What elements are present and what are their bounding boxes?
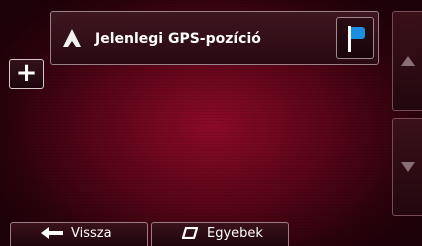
scroll-up-icon — [401, 56, 415, 66]
destination-flag-button[interactable] — [336, 17, 374, 59]
back-label: Vissza — [71, 226, 112, 241]
flag-cloth — [351, 27, 365, 39]
more-label: Egyebek — [207, 226, 263, 241]
scroll-down-icon — [401, 162, 415, 172]
back-button[interactable]: Vissza — [10, 222, 148, 246]
navigation-arrow-icon — [63, 29, 81, 47]
current-gps-position-row[interactable]: Jelenlegi GPS-pozíció — [50, 11, 379, 65]
scroll-up-button[interactable] — [392, 11, 422, 111]
back-arrow-icon — [41, 227, 63, 239]
add-route-point-button[interactable]: + — [9, 59, 44, 89]
more-options-icon — [182, 227, 198, 239]
more-button[interactable]: Egyebek — [151, 222, 289, 246]
scroll-down-button[interactable] — [392, 118, 422, 216]
current-position-label: Jelenlegi GPS-pozíció — [95, 31, 261, 47]
